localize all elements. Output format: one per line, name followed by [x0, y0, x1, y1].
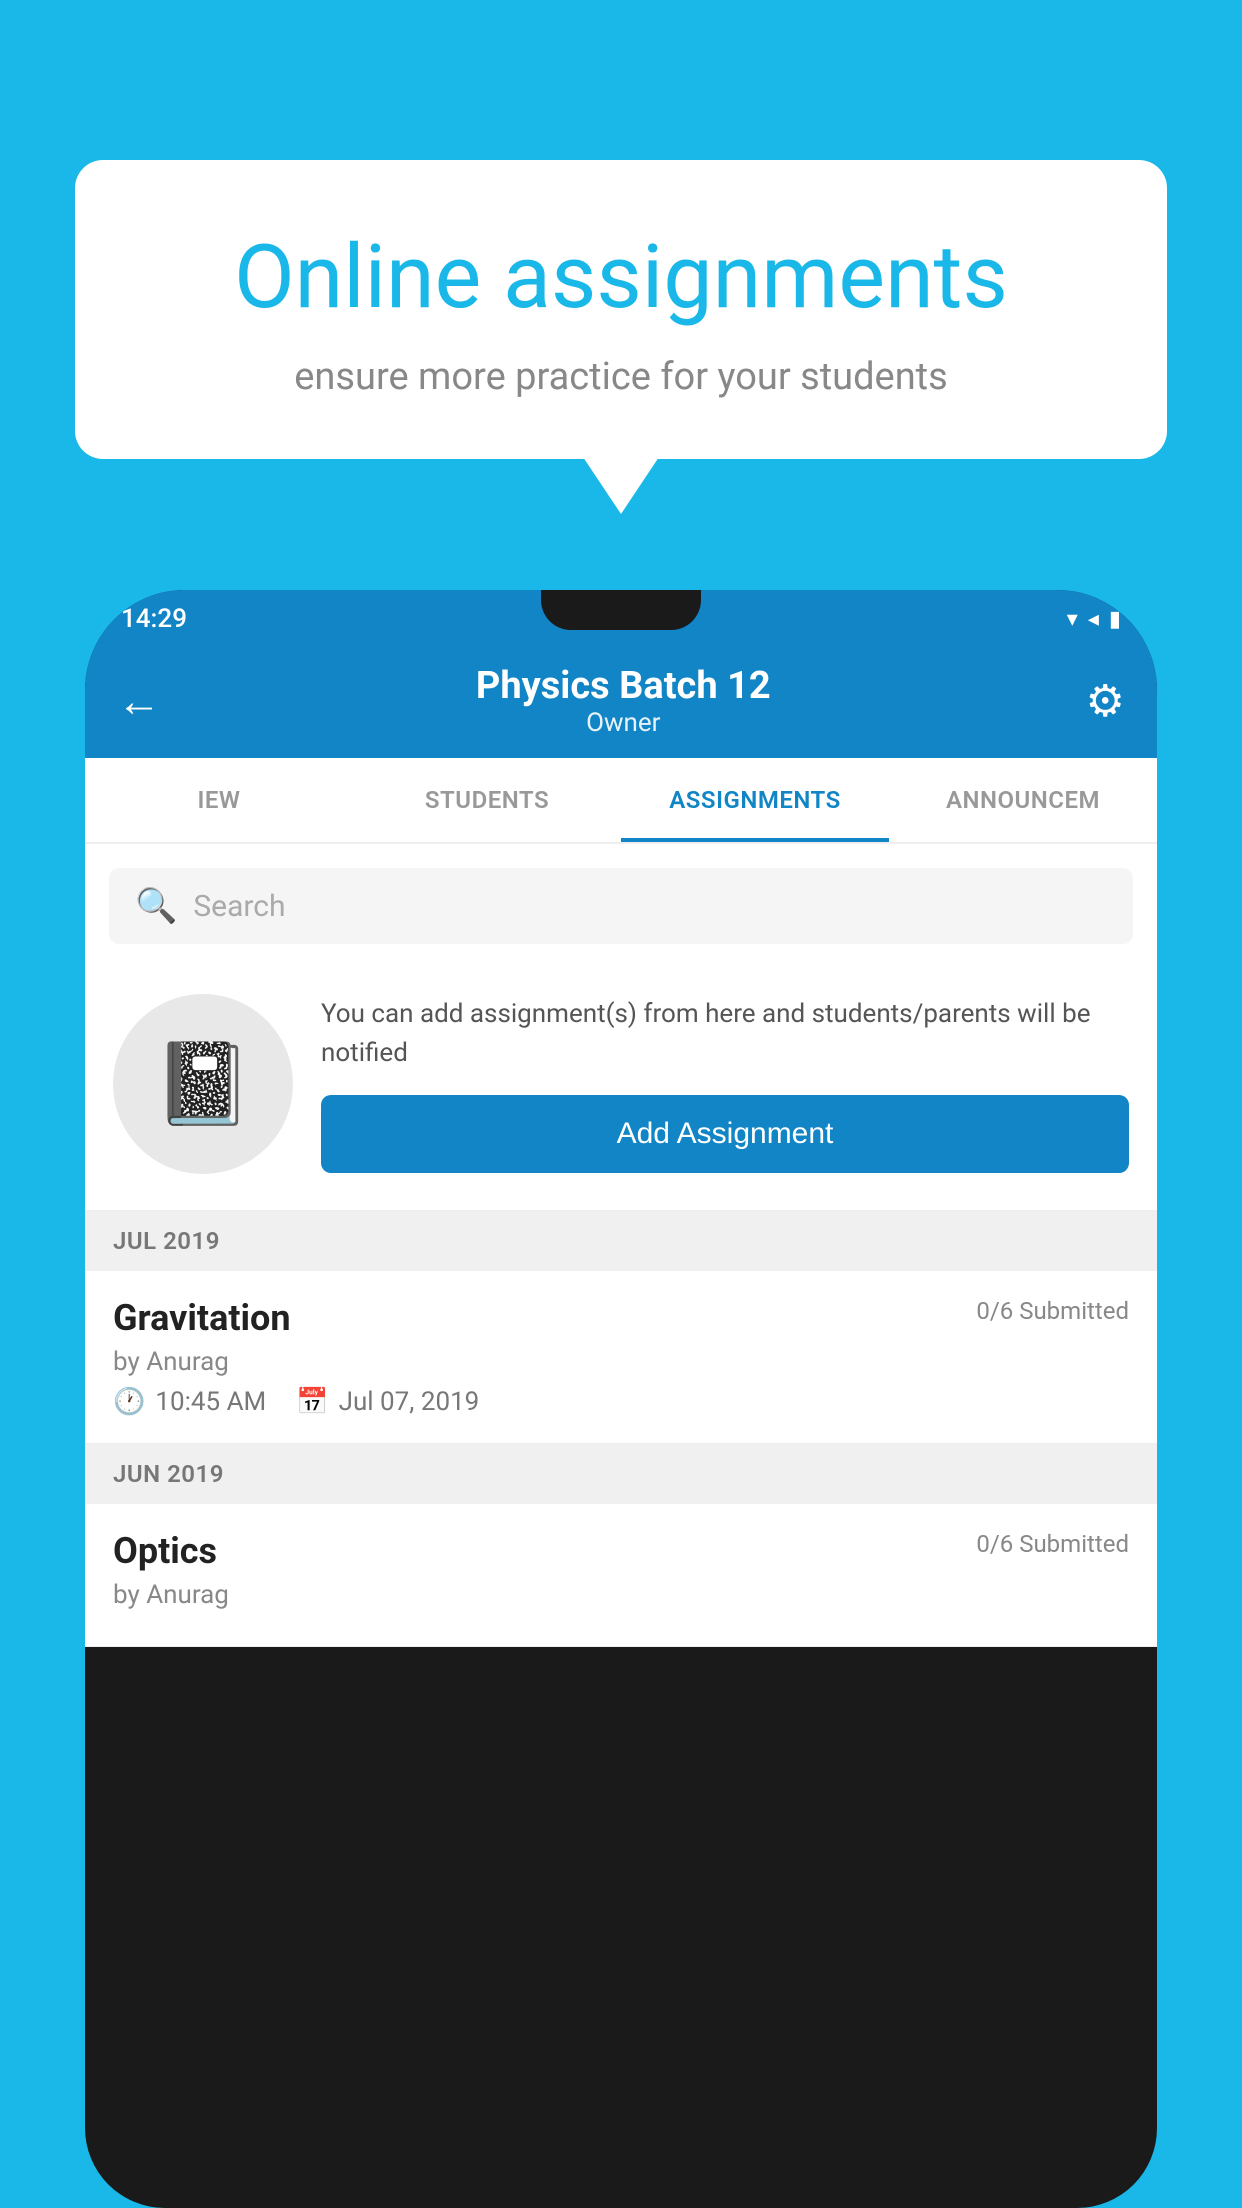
back-button[interactable]: ← [117, 675, 161, 727]
assignment-row-top: Gravitation 0/6 Submitted [113, 1297, 1129, 1339]
header-center: Physics Batch 12 Owner [476, 664, 771, 738]
assignment-time: 10:45 AM [155, 1387, 266, 1417]
section-label-jun: JUN 2019 [113, 1460, 224, 1488]
tab-students[interactable]: STUDENTS [353, 758, 621, 842]
assignment-submitted-gravitation: 0/6 Submitted [976, 1297, 1129, 1325]
bubble-title: Online assignments [155, 230, 1087, 327]
section-jul-2019: JUL 2019 [85, 1211, 1157, 1271]
calendar-icon: 📅 [296, 1387, 328, 1417]
clock-icon: 🕐 [113, 1387, 145, 1417]
tabs-bar: IEW STUDENTS ASSIGNMENTS ANNOUNCEM [85, 758, 1157, 844]
assignment-row-top-optics: Optics 0/6 Submitted [113, 1530, 1129, 1572]
signal-icon: ◂ [1088, 607, 1099, 632]
assignment-by-optics: by Anurag [113, 1580, 1129, 1610]
header-title: Physics Batch 12 [476, 664, 771, 708]
meta-time: 🕐 10:45 AM [113, 1387, 266, 1417]
app-header: ← Physics Batch 12 Owner ⚙ [85, 648, 1157, 758]
screen-content: 🔍 Search 📓 You can add assignment(s) fro… [85, 844, 1157, 1647]
assignment-name-optics: Optics [113, 1530, 217, 1572]
meta-date: 📅 Jul 07, 2019 [296, 1387, 479, 1417]
assignment-meta-gravitation: 🕐 10:45 AM 📅 Jul 07, 2019 [113, 1387, 1129, 1417]
promo-description: You can add assignment(s) from here and … [321, 995, 1129, 1073]
status-time: 14:29 [121, 604, 187, 634]
assignment-by-gravitation: by Anurag [113, 1347, 1129, 1377]
speech-bubble: Online assignments ensure more practice … [75, 160, 1167, 459]
promo-content: You can add assignment(s) from here and … [321, 995, 1129, 1173]
phone-frame: 14:29 ▾ ◂ ▮ ← Physics Batch 12 Owner ⚙ I… [85, 590, 1157, 2208]
header-subtitle: Owner [476, 708, 771, 738]
assignment-item-optics[interactable]: Optics 0/6 Submitted by Anurag [85, 1504, 1157, 1647]
assignment-item-gravitation[interactable]: Gravitation 0/6 Submitted by Anurag 🕐 10… [85, 1271, 1157, 1444]
assignment-date: Jul 07, 2019 [339, 1387, 480, 1417]
battery-icon: ▮ [1109, 607, 1121, 632]
assignment-icon-circle: 📓 [113, 994, 293, 1174]
section-jun-2019: JUN 2019 [85, 1444, 1157, 1504]
assignment-submitted-optics: 0/6 Submitted [976, 1530, 1129, 1558]
search-bar[interactable]: 🔍 Search [109, 868, 1133, 944]
promo-section: 📓 You can add assignment(s) from here an… [85, 964, 1157, 1211]
notebook-icon: 📓 [153, 1037, 253, 1131]
tab-announcements[interactable]: ANNOUNCEM [889, 758, 1157, 842]
add-assignment-button[interactable]: Add Assignment [321, 1095, 1129, 1173]
search-icon: 🔍 [135, 886, 177, 926]
status-icons: ▾ ◂ ▮ [1067, 607, 1121, 632]
assignment-name-gravitation: Gravitation [113, 1297, 291, 1339]
tab-iew[interactable]: IEW [85, 758, 353, 842]
settings-icon[interactable]: ⚙ [1086, 675, 1125, 727]
bubble-subtitle: ensure more practice for your students [155, 355, 1087, 399]
tab-assignments[interactable]: ASSIGNMENTS [621, 758, 889, 842]
wifi-icon: ▾ [1067, 607, 1078, 632]
section-label-jul: JUL 2019 [113, 1227, 220, 1255]
search-placeholder: Search [193, 889, 285, 924]
phone-notch [541, 590, 701, 630]
